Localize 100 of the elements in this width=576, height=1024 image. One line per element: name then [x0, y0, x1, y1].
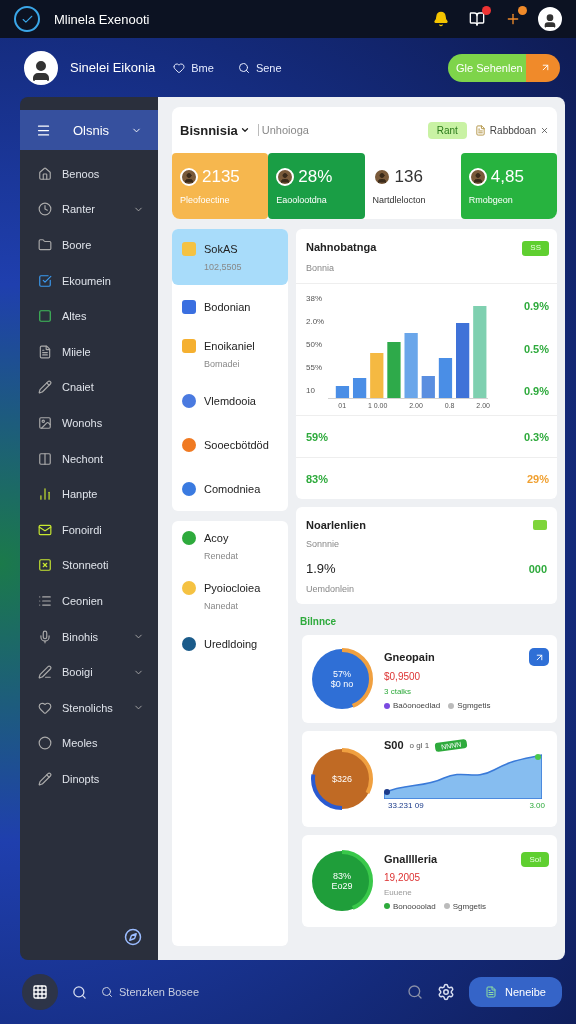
- heart-icon: [38, 700, 52, 715]
- list-item[interactable]: Bodonian: [172, 285, 288, 329]
- avatar[interactable]: [538, 7, 562, 31]
- stat-value: 4,85: [490, 167, 524, 187]
- stat-label: Nartdlelocton: [372, 195, 427, 205]
- document-icon: [474, 124, 486, 136]
- axis-label: 2.0%: [306, 317, 325, 326]
- percent-value: 0.9%: [523, 300, 549, 312]
- sidebar-item[interactable]: Stonneoti: [20, 547, 158, 584]
- sidebar-item[interactable]: Meoles: [20, 725, 158, 762]
- compass-icon[interactable]: [124, 928, 142, 946]
- card-subtitle: Sonnnie: [306, 539, 340, 549]
- search-button[interactable]: [407, 984, 423, 1000]
- sidebar-item[interactable]: Hanpte: [20, 476, 158, 512]
- section-label: Bilnnce: [299, 615, 338, 627]
- item-icon: [182, 394, 196, 408]
- action-button[interactable]: Neneibe: [469, 977, 562, 1007]
- percent-value: 59%: [306, 430, 329, 443]
- page-title[interactable]: Bisnnisia: [180, 122, 250, 138]
- sidebar-item[interactable]: Nechont: [20, 440, 158, 477]
- axis-label: 50%: [306, 340, 323, 349]
- list-item[interactable]: Enoikaniel Bomadei: [172, 329, 288, 379]
- card-subtitle: Bonnia: [306, 263, 336, 273]
- donut-chart-drawing: [311, 648, 373, 710]
- axis-label: 33.231 09: [388, 801, 424, 810]
- filter-chip[interactable]: Rabbdoan: [474, 124, 549, 136]
- bar-chart-icon: [38, 487, 52, 502]
- list-item[interactable]: Pyoiocloiea Nanedat: [172, 571, 288, 621]
- list-item[interactable]: Uredldoing: [172, 621, 288, 667]
- sub-text: 3 ctalks: [384, 687, 413, 696]
- amount-text: 19,2005: [384, 871, 422, 883]
- sidebar-item[interactable]: Boore: [20, 227, 158, 263]
- sidebar-item[interactable]: Wonohs: [20, 405, 158, 441]
- list-item[interactable]: SokAS 102,5505: [172, 229, 288, 285]
- avatar-icon: [276, 168, 295, 186]
- microphone-icon: [38, 629, 52, 644]
- percent-value: 29%: [526, 472, 549, 485]
- user-name: Sinelei Eikonia: [70, 60, 156, 75]
- percent-value: 0.5%: [523, 342, 549, 355]
- card-title: S00: [384, 739, 404, 751]
- item-icon: [182, 242, 196, 256]
- image-icon: [38, 415, 52, 430]
- sidebar-item[interactable]: Fonoirdi: [20, 511, 158, 548]
- search-icon: [72, 984, 87, 1000]
- chart-bar: [387, 342, 401, 398]
- sidebar-item[interactable]: Ekoumein: [20, 262, 158, 299]
- search-link[interactable]: Stenzken Bosee: [101, 986, 393, 998]
- sidebar-item[interactable]: Dinopts: [20, 761, 158, 797]
- document-icon: [38, 344, 52, 359]
- sidebar-item[interactable]: Stenolichs: [20, 689, 158, 726]
- sidebar-item[interactable]: Altes: [20, 298, 158, 334]
- pencil-icon: [38, 380, 52, 395]
- sidebar-item[interactable]: Benoos: [20, 156, 158, 192]
- grid-icon: [32, 984, 48, 1000]
- item-icon: [182, 438, 196, 452]
- legend-label: Bonoooolad: [393, 901, 436, 911]
- nav-link[interactable]: Bme: [167, 57, 220, 78]
- item-icon: [182, 637, 196, 651]
- stat-value: 2135: [202, 167, 240, 187]
- list-item[interactable]: Sooecbötdöd: [172, 423, 288, 467]
- settings-button[interactable]: [437, 983, 455, 1001]
- sidebar-item[interactable]: Miiele: [20, 333, 158, 370]
- search-button[interactable]: [72, 984, 87, 1000]
- nav-link[interactable]: Sene: [231, 57, 288, 78]
- sidebar-item[interactable]: Cnaiet: [20, 369, 158, 406]
- mail-icon: [38, 522, 52, 537]
- user-avatar: [24, 50, 58, 85]
- percent-value: 83%: [306, 472, 329, 485]
- sidebar-header[interactable]: Olsnis: [20, 110, 158, 150]
- sidebar-item[interactable]: Binohis: [20, 618, 158, 655]
- search-icon: [237, 61, 250, 74]
- edit-button[interactable]: [529, 648, 549, 666]
- list-item[interactable]: Comodniea: [172, 467, 288, 511]
- badge: SS: [522, 241, 549, 256]
- list-item[interactable]: Vlemdooia: [172, 379, 288, 423]
- status-icon: [533, 520, 547, 530]
- list-item[interactable]: Acoy Renedat: [172, 521, 288, 571]
- filter-pill[interactable]: Rant: [427, 121, 467, 139]
- donut-value: 83%: [333, 871, 351, 881]
- search-icon: [101, 986, 113, 998]
- sidebar-item[interactable]: Ceonien: [20, 583, 158, 619]
- card-title: Noarlenlien: [306, 519, 366, 531]
- menu-icon: [36, 122, 51, 138]
- legend-label: Baöonoedlad: [393, 701, 441, 710]
- search-field[interactable]: Unhoioga: [257, 124, 420, 136]
- heart-icon: [173, 61, 186, 74]
- sidebar-item[interactable]: Ranter: [20, 191, 158, 228]
- donut-chart-drawing: [311, 748, 373, 810]
- sidebar-item[interactable]: Booigi: [20, 654, 158, 690]
- donut-value: 57%: [333, 669, 351, 679]
- chart-bar: [370, 353, 384, 398]
- circle-icon: [38, 736, 52, 751]
- square-icon: [38, 309, 52, 324]
- stat-label: Rmobgeon: [468, 195, 514, 205]
- apps-button[interactable]: [22, 974, 58, 1010]
- amount-text: $0,9500: [384, 671, 422, 682]
- percent-value: 0.9%: [523, 385, 549, 397]
- side-value: 000: [528, 562, 547, 575]
- footer-text: Uemdonlein: [306, 584, 355, 594]
- donut-value: $326: [332, 774, 352, 784]
